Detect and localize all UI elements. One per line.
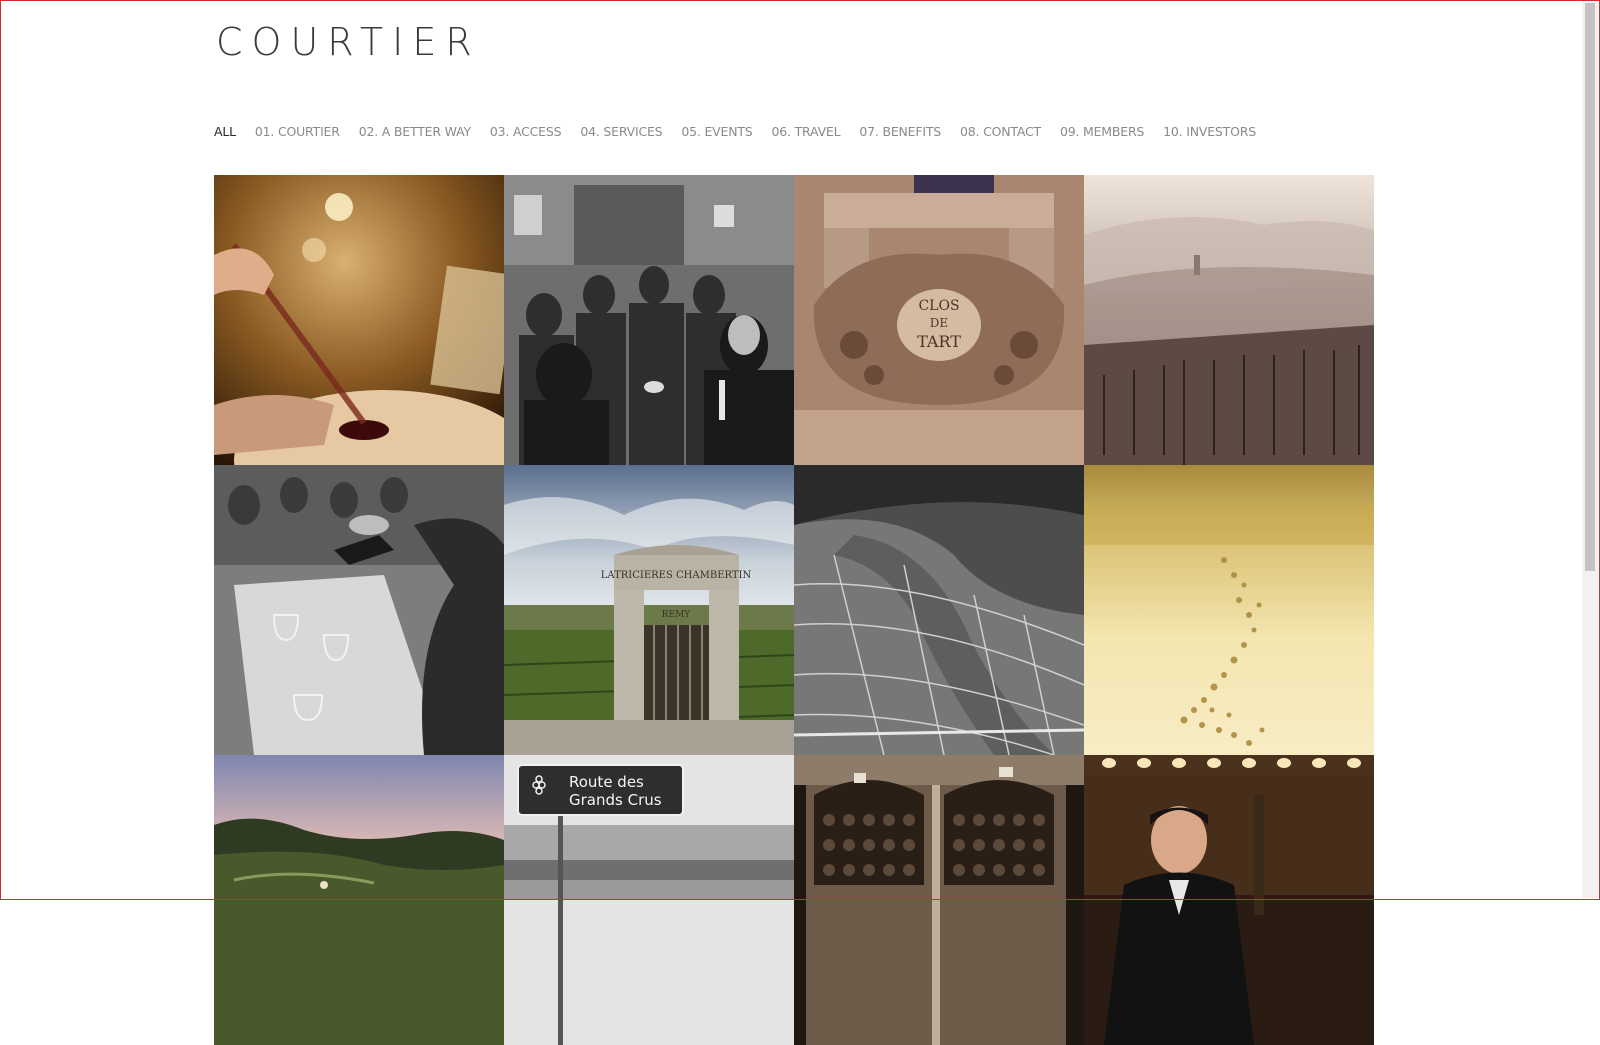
nav-filter-all[interactable]: ALL [214, 124, 236, 139]
cellar-bottles-photo [794, 755, 1084, 1045]
aerial-vineyards-photo [794, 465, 1084, 755]
filter-nav: ALL 01. COURTIER 02. A BETTER WAY 03. AC… [214, 124, 1256, 139]
gallery-tile-dinner-pouring[interactable] [214, 465, 504, 755]
gallery-grid: CLOS DE TART LATRICIERES CHAMBERTIN REMY… [214, 175, 1374, 1045]
svg-text:DE: DE [930, 316, 948, 330]
gallery-tile-sommelier[interactable] [1084, 755, 1374, 1045]
vertical-scrollbar[interactable] [1582, 1, 1598, 898]
nav-filter-services[interactable]: 04. SERVICES [580, 124, 662, 139]
site-logo[interactable]: COURTIER [216, 20, 481, 64]
gallery-tile-misty-vineyard[interactable] [1084, 175, 1374, 465]
nav-filter-investors[interactable]: 10. INVESTORS [1163, 124, 1256, 139]
gallery-tile-clos-de-tart[interactable]: CLOS DE TART [794, 175, 1084, 465]
svg-text:TART: TART [917, 332, 961, 351]
misty-vineyard-photo [1084, 175, 1374, 465]
gallery-tile-cellar-bottles[interactable] [794, 755, 1084, 1045]
svg-text:Grands Crus: Grands Crus [569, 791, 662, 809]
gallery-tile-wine-thief[interactable] [214, 175, 504, 465]
sommelier-photo [1084, 755, 1374, 1045]
gallery-tile-route-des-grands-crus[interactable]: Route des Grands Crus [504, 755, 794, 1045]
gallery-tile-tasting-crowd[interactable] [504, 175, 794, 465]
gallery-tile-aerial-vineyards[interactable] [794, 465, 1084, 755]
nav-filter-courtier[interactable]: 01. COURTIER [255, 124, 340, 139]
gallery-tile-vineyard-gate[interactable]: LATRICIERES CHAMBERTIN REMY [504, 465, 794, 755]
nav-filter-contact[interactable]: 08. CONTACT [960, 124, 1041, 139]
nav-filter-travel[interactable]: 06. TRAVEL [772, 124, 841, 139]
nav-filter-a-better-way[interactable]: 02. A BETTER WAY [359, 124, 471, 139]
nav-filter-events[interactable]: 05. EVENTS [681, 124, 752, 139]
gallery-tile-champagne-bubbles[interactable] [1084, 465, 1374, 755]
svg-text:REMY: REMY [662, 610, 692, 620]
vineyard-gate-photo: LATRICIERES CHAMBERTIN REMY [504, 465, 794, 755]
dinner-pouring-photo [214, 465, 504, 755]
route-des-grands-crus-photo: Route des Grands Crus [504, 755, 794, 1045]
nav-filter-members[interactable]: 09. MEMBERS [1060, 124, 1144, 139]
scrollbar-thumb[interactable] [1585, 3, 1595, 571]
champagne-bubbles-photo [1084, 465, 1374, 755]
nav-filter-access[interactable]: 03. ACCESS [490, 124, 562, 139]
gallery-tile-sunset-valley[interactable] [214, 755, 504, 1045]
sunset-valley-photo [214, 755, 504, 1045]
wine-thief-barrel-photo [214, 175, 504, 465]
svg-text:Route des: Route des [569, 773, 644, 791]
clos-de-tart-crest-photo: CLOS DE TART [794, 175, 1084, 465]
svg-text:LATRICIERES CHAMBERTIN: LATRICIERES CHAMBERTIN [601, 570, 752, 581]
nav-filter-benefits[interactable]: 07. BENEFITS [859, 124, 941, 139]
tasting-crowd-photo [504, 175, 794, 465]
svg-text:CLOS: CLOS [918, 298, 959, 314]
